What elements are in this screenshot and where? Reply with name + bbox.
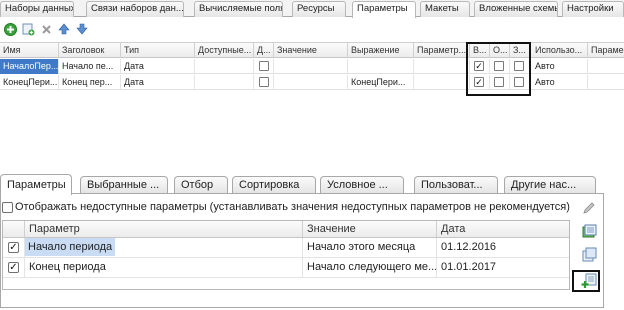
cell-date[interactable]: 01.12.2016 [437,238,569,257]
parameters-table: Параметр Значение Дата ✓ Начало периода … [2,220,570,290]
arrow-down-icon[interactable] [75,22,89,36]
tab-selected-fields[interactable]: Выбранные ... [80,176,168,194]
cell-d [254,59,274,74]
cell-parameter[interactable] [414,59,470,74]
cell-usage[interactable]: Авто [532,59,588,74]
column-header-value[interactable]: Значение [274,43,348,58]
show-unavailable-checkbox[interactable] [2,202,13,213]
delete-x-icon[interactable] [39,22,53,36]
tab-conditional-appearance[interactable]: Условное ... [320,176,404,194]
add-circle-icon[interactable] [3,22,17,36]
column-header-parameter[interactable]: Параметр [25,221,303,237]
cell-parameter[interactable]: Конец периода [25,258,303,277]
cell-expression[interactable]: КонецПери... [348,75,414,90]
cell-value[interactable] [274,75,348,90]
cell-type[interactable]: Дата [121,59,195,74]
column-header-type[interactable]: Тип [121,43,195,58]
tab-data-sets[interactable]: Наборы данных [0,1,74,17]
pencil-icon[interactable] [580,199,598,217]
copy-row-icon[interactable] [21,22,35,36]
cell-available[interactable] [195,59,254,74]
cell-title[interactable]: Конец пер... [59,75,121,90]
tab-parameters[interactable]: Параметры [0,174,72,195]
highlight-frame [572,270,600,292]
column-header-check [3,221,25,237]
cell-check: ✓ [3,258,25,277]
column-header-parameter[interactable]: Параметр... [414,43,470,58]
column-header-date[interactable]: Дата [437,221,569,237]
d-checkbox[interactable] [259,61,269,71]
cell-value[interactable]: Начало этого месяца [303,238,437,257]
dcs-editor-panel: Наборы данных Связи наборов дан... Вычис… [0,0,624,96]
tab-nested-schemas[interactable]: Вложенные схемы [474,1,558,17]
cell-parameter[interactable]: Начало периода [25,238,303,257]
settings-panel: Параметры Выбранные ... Отбор Сортировка… [0,168,624,310]
cell-date[interactable]: 01.01.2017 [437,258,569,277]
use-checkbox[interactable]: ✓ [8,262,19,273]
use-checkbox[interactable]: ✓ [8,242,19,253]
arrow-up-icon[interactable] [57,22,71,36]
cell-available[interactable] [195,75,254,90]
cell-parameter[interactable] [414,75,470,90]
cell-usage[interactable]: Авто [532,75,588,90]
copy-stack-icon[interactable] [580,245,598,263]
cell-expression[interactable] [348,59,414,74]
tab-calculated-fields[interactable]: Вычисляемые поля [194,1,283,17]
cell-value[interactable] [274,59,348,74]
d-checkbox[interactable] [259,77,269,87]
show-unavailable-label: Отображать недоступные параметры (устана… [15,201,570,213]
green-list-icon[interactable] [580,222,598,240]
column-header-param2[interactable]: Параме [588,43,624,58]
tab-templates[interactable]: Макеты [420,1,470,17]
cell-title[interactable]: Начало пе... [59,59,121,74]
parameter-name-text: Начало периода [25,238,116,256]
tab-order[interactable]: Сортировка [232,176,316,194]
table-header: Параметр Значение Дата [3,221,569,238]
settings-tabs: Параметры Выбранные ... Отбор Сортировка… [0,174,624,195]
parameters-toolbar [0,21,624,39]
cell-name[interactable]: НачалоПер... [0,59,59,74]
tab-resources[interactable]: Ресурсы [292,1,346,17]
tab-other-settings[interactable]: Другие нас... [504,176,596,194]
column-header-expression[interactable]: Выражение [348,43,414,58]
column-header-available[interactable]: Доступные... [195,43,254,58]
schema-tabs: Наборы данных Связи наборов дан... Вычис… [0,0,624,18]
table-row[interactable]: ✓ Начало периода Начало этого месяца 01.… [3,238,569,258]
column-header-usage[interactable]: Использо... [532,43,588,58]
cell-name[interactable]: КонецПери... [0,75,59,90]
highlight-frame [466,42,531,96]
tab-filter[interactable]: Отбор [174,176,228,194]
table-row[interactable]: ✓ Конец периода Начало следующего ме... … [3,258,569,278]
tab-data-set-links[interactable]: Связи наборов дан... [86,1,184,17]
tab-user-fields[interactable]: Пользоват... [414,176,498,194]
column-header-value[interactable]: Значение [303,221,437,237]
column-header-name[interactable]: Имя [0,43,59,58]
cell-d [254,75,274,90]
column-header-d[interactable]: Д... [254,43,274,58]
tab-settings[interactable]: Настройки [562,1,624,17]
cell-check: ✓ [3,238,25,257]
cell-value[interactable]: Начало следующего ме... [303,258,437,277]
tab-parameters[interactable]: Параметры [352,1,416,18]
column-header-title[interactable]: Заголовок [59,43,121,58]
cell-type[interactable]: Дата [121,75,195,90]
